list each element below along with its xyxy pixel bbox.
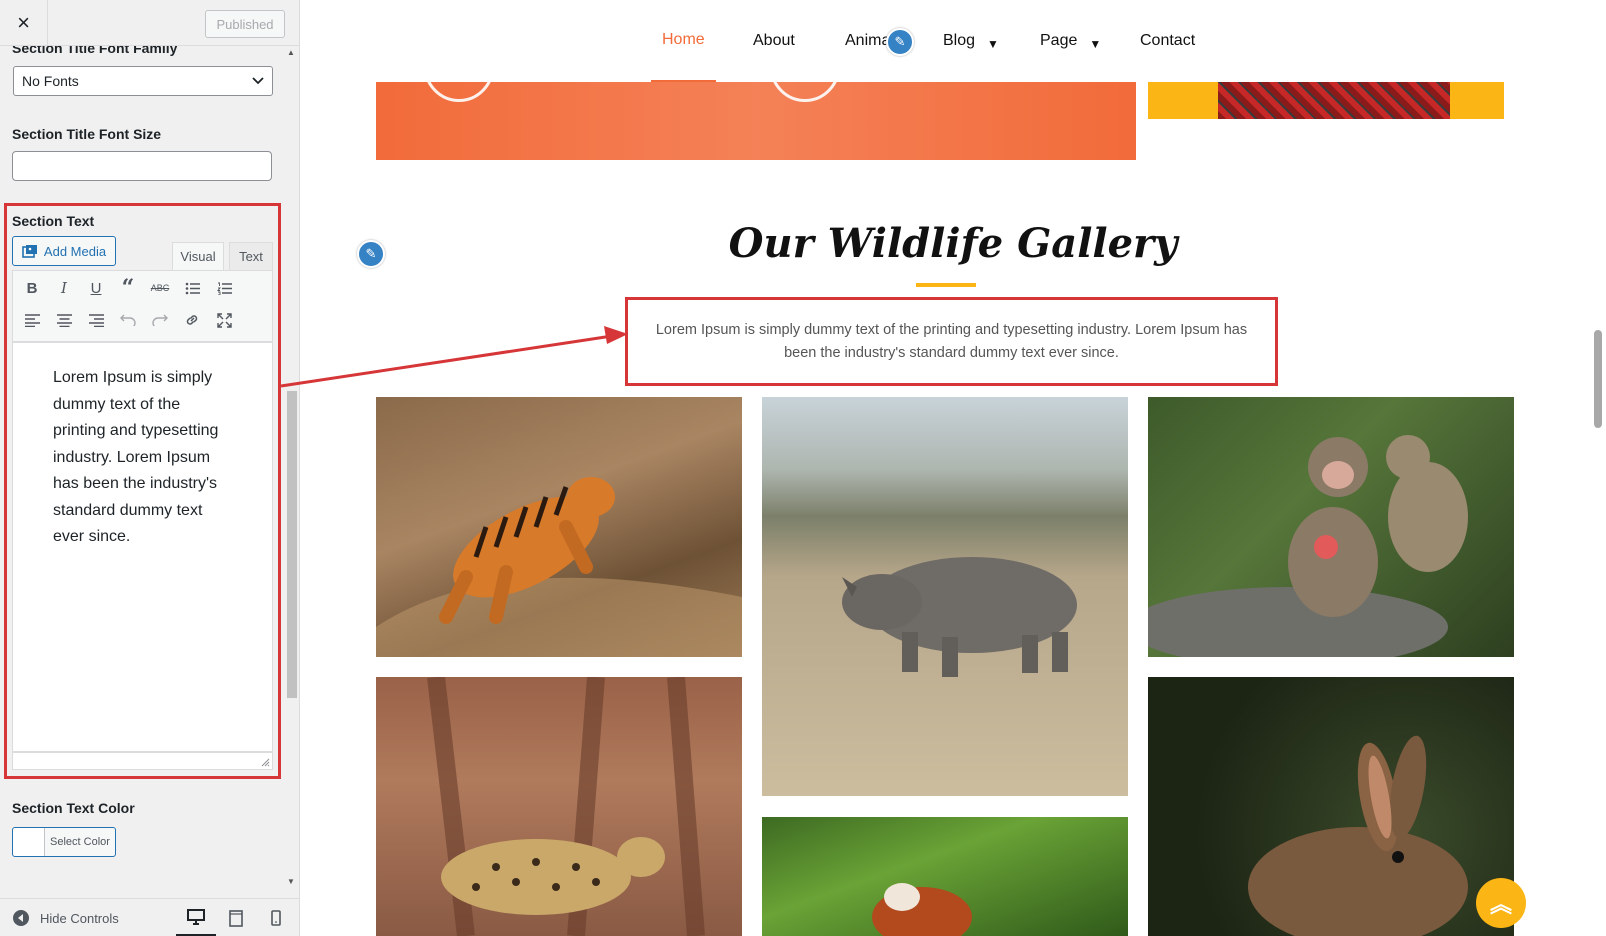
hide-controls-label: Hide Controls — [40, 910, 119, 926]
sidebar-footer: Hide Controls — [0, 898, 299, 936]
close-icon: × — [17, 10, 30, 35]
blockquote-icon[interactable]: “ — [115, 275, 141, 301]
align-left-icon[interactable] — [19, 307, 45, 333]
rhino-image — [842, 557, 1077, 677]
editor-content: Lorem Ipsum is simply dummy text of the … — [53, 369, 219, 545]
double-chevron-up-icon: ︽ — [1489, 892, 1512, 917]
select-color-button[interactable]: Select Color — [12, 827, 116, 857]
title-underline — [916, 283, 976, 287]
rabbit-image — [1248, 735, 1468, 936]
add-media-label: Add Media — [43, 243, 107, 259]
site-preview: Home About Anima Blog ▼ Page ▼ Contact ✎ ✎… — [300, 0, 1606, 936]
add-media-icon — [22, 245, 37, 258]
customizer-window: × Published Section Title Font Family No… — [0, 0, 1606, 936]
color-swatch — [13, 828, 45, 856]
editor-toolbar: B I U “ ABC — [12, 270, 273, 342]
mobile-preview-button[interactable] — [256, 899, 296, 936]
align-center-icon[interactable] — [51, 307, 77, 333]
customizer-sidebar: × Published Section Title Font Family No… — [0, 0, 300, 936]
section-text-color-label: Section Text Color — [12, 800, 135, 816]
scroll-down-icon[interactable]: ▼ — [287, 877, 295, 886]
gallery-photo-tiger[interactable] — [376, 397, 742, 657]
select-color-label: Select Color — [50, 836, 110, 848]
desktop-preview-button[interactable] — [176, 899, 216, 936]
leopard-image — [427, 677, 705, 936]
nav-item-contact[interactable]: Contact — [1140, 0, 1195, 82]
align-right-icon[interactable] — [83, 307, 109, 333]
resize-handle-icon[interactable] — [261, 758, 270, 767]
tablet-icon — [229, 909, 243, 927]
nav-blog-label: Blog — [943, 32, 976, 49]
desktop-icon — [187, 908, 205, 925]
chevron-down-icon: ▼ — [1089, 36, 1102, 51]
tablet-preview-button[interactable] — [216, 899, 256, 936]
section-text-label: Section Text — [12, 213, 95, 229]
tab-visual[interactable]: Visual — [172, 242, 224, 270]
scroll-to-top-button[interactable]: ︽ — [1476, 878, 1526, 928]
nav-page-label: Page — [1040, 32, 1078, 49]
redo-icon[interactable] — [147, 307, 173, 333]
editor-statusbar — [12, 752, 273, 770]
gallery-description: Lorem Ipsum is simply dummy text of the … — [655, 321, 1248, 361]
underline-icon[interactable]: U — [83, 275, 109, 301]
red-panda-image — [872, 883, 972, 936]
select-value: No Fonts — [22, 73, 79, 89]
sidebar-header: × Published — [0, 0, 299, 46]
gallery-description-highlight: Lorem Ipsum is simply dummy text of the … — [625, 297, 1278, 386]
gallery-photo-rhino[interactable] — [762, 397, 1128, 796]
sidebar-scrollbar[interactable]: ▲ ▼ — [285, 46, 298, 888]
close-customizer-button[interactable]: × — [0, 0, 48, 46]
collapse-icon — [13, 910, 29, 926]
title-font-size-label: Section Title Font Size — [12, 126, 162, 142]
nav-item-blog[interactable]: Blog ▼ — [943, 0, 999, 82]
fullscreen-icon[interactable] — [211, 307, 237, 333]
published-button[interactable]: Published — [205, 10, 285, 38]
chevron-down-icon — [252, 77, 264, 85]
tab-text[interactable]: Text — [229, 242, 273, 270]
gallery-photo-monkeys[interactable] — [1148, 397, 1514, 657]
nav-item-animals[interactable]: Anima — [845, 0, 890, 82]
gallery-photo-leopard[interactable] — [376, 677, 742, 936]
scroll-up-icon[interactable]: ▲ — [287, 48, 295, 57]
title-font-size-input[interactable] — [12, 151, 272, 181]
bullet-list-icon[interactable] — [179, 275, 205, 301]
italic-icon[interactable]: I — [51, 275, 77, 301]
hide-controls-button[interactable]: Hide Controls — [12, 899, 119, 936]
tiger-image — [376, 477, 742, 657]
mobile-icon — [271, 910, 281, 926]
gallery-photo-rabbit[interactable] — [1148, 677, 1514, 936]
preview-scrollbar[interactable] — [1590, 0, 1606, 936]
monkeys-image — [1148, 435, 1468, 657]
editor-body[interactable]: Lorem Ipsum is simply dummy text of the … — [12, 342, 273, 752]
undo-icon[interactable] — [115, 307, 141, 333]
edit-shortcut-icon[interactable]: ✎ — [357, 240, 385, 268]
edit-shortcut-icon[interactable]: ✎ — [886, 28, 914, 56]
sidebar-scroll-thumb[interactable] — [287, 391, 297, 698]
gallery-title: Our Wildlife Gallery — [728, 220, 1178, 267]
chevron-down-icon: ▼ — [987, 36, 999, 51]
bold-icon[interactable]: B — [19, 275, 45, 301]
numbered-list-icon[interactable] — [211, 275, 237, 301]
title-font-family-select[interactable]: No Fonts — [13, 66, 273, 96]
gallery-photo-red-panda[interactable] — [762, 817, 1128, 936]
add-media-button[interactable]: Add Media — [12, 236, 116, 266]
link-icon[interactable] — [179, 307, 205, 333]
nav-item-page[interactable]: Page ▼ — [1040, 0, 1101, 82]
preview-scroll-thumb[interactable] — [1594, 330, 1602, 428]
main-navigation: Home About Anima Blog ▼ Page ▼ Contact — [300, 0, 1606, 82]
strikethrough-icon[interactable]: ABC — [147, 275, 173, 301]
nav-item-about[interactable]: About — [753, 0, 795, 82]
nav-item-home[interactable]: Home — [651, 0, 716, 82]
